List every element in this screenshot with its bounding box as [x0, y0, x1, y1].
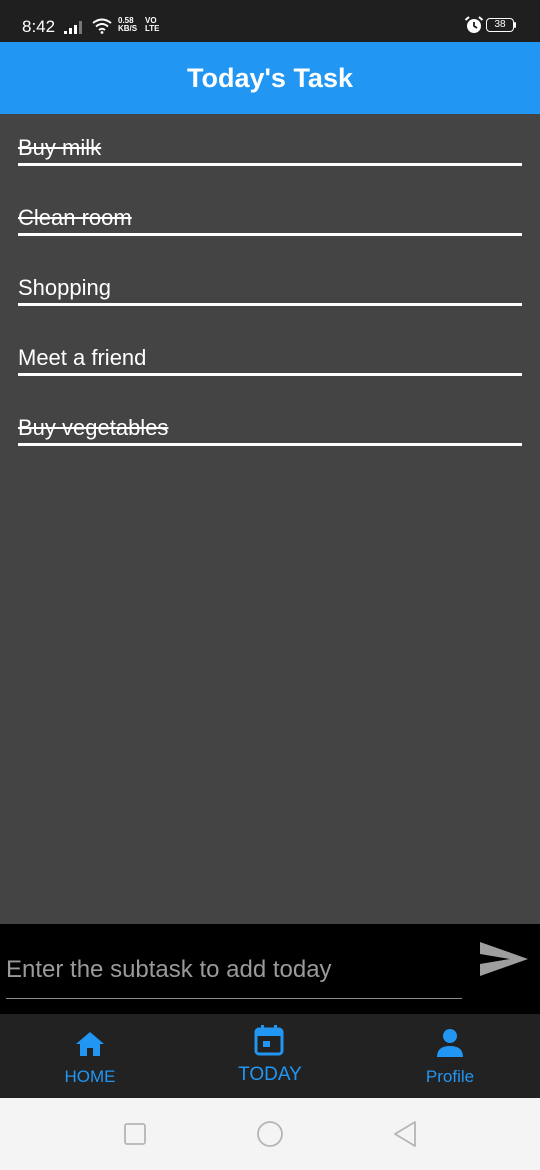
status-time: 8:42	[22, 17, 56, 36]
task-item[interactable]: Meet a friend	[18, 324, 522, 394]
network-type: VO LTE	[145, 17, 160, 33]
task-item[interactable]: Buy milk	[18, 114, 522, 184]
task-label: Clean room	[18, 205, 132, 230]
speed-unit: KB/S	[118, 24, 138, 33]
task-item[interactable]: Shopping	[18, 254, 522, 324]
task-divider	[18, 233, 522, 236]
task-label: Meet a friend	[18, 345, 147, 370]
task-item[interactable]: Clean room	[18, 184, 522, 254]
subtask-input[interactable]	[6, 942, 462, 999]
subtask-input-bar	[0, 924, 540, 1014]
task-divider	[18, 163, 522, 166]
home-icon	[74, 1030, 106, 1063]
nav-today[interactable]: TODAY	[180, 1014, 360, 1098]
battery-tip	[514, 22, 516, 28]
network-speed: 0.58 KB/S	[118, 17, 137, 33]
battery-icon: 38	[486, 18, 514, 32]
calendar-icon	[254, 1024, 284, 1061]
task-divider	[18, 373, 522, 376]
task-label: Shopping	[18, 275, 111, 300]
nav-profile[interactable]: Profile	[360, 1014, 540, 1098]
task-label: Buy milk	[18, 135, 102, 160]
task-list: Buy milk Clean room Shopping Meet a frie…	[18, 114, 522, 464]
task-item[interactable]: Buy vegetables	[18, 394, 522, 464]
nav-today-label: TODAY	[238, 1064, 302, 1085]
task-divider	[18, 443, 522, 446]
send-icon[interactable]	[478, 938, 532, 984]
app-bar: Today's Task	[0, 42, 540, 114]
net-bottom: LTE	[145, 24, 160, 33]
page-title: Today's Task	[187, 63, 353, 93]
system-nav-bar	[0, 1098, 540, 1170]
task-label: Buy vegetables	[18, 415, 169, 440]
alarm-icon	[464, 16, 484, 39]
signal-icon	[64, 21, 84, 39]
task-divider	[18, 303, 522, 306]
back-icon[interactable]	[392, 1120, 418, 1153]
person-icon	[436, 1028, 464, 1063]
bottom-nav: HOME TODAY Profile	[0, 1014, 540, 1098]
nav-profile-label: Profile	[425, 1067, 475, 1086]
nav-home[interactable]: HOME	[0, 1014, 180, 1098]
status-bar: 8:42 0.58 KB/S VO LTE 38	[0, 0, 540, 42]
recent-apps-icon[interactable]	[123, 1122, 147, 1151]
home-circle-icon[interactable]	[256, 1120, 284, 1153]
nav-home-label: HOME	[64, 1067, 116, 1086]
wifi-icon	[92, 18, 112, 39]
